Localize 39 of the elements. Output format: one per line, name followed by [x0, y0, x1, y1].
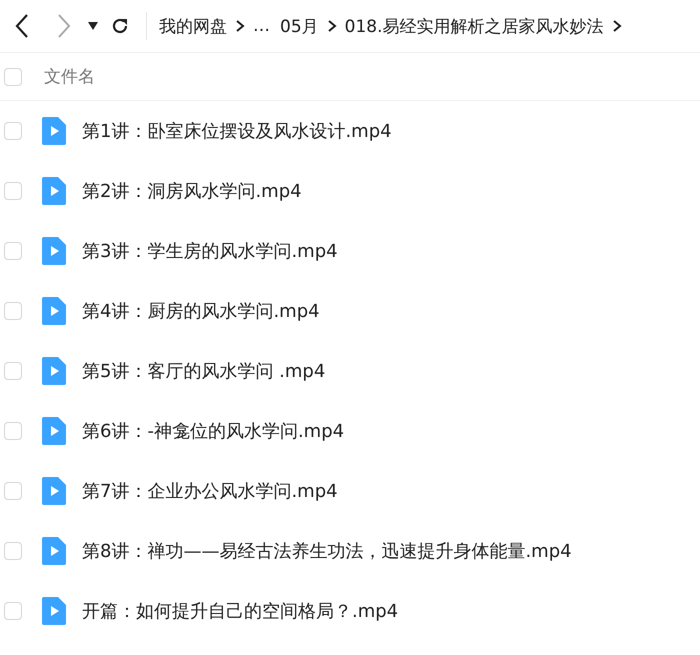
chevron-right-icon — [326, 19, 337, 33]
row-checkbox[interactable] — [4, 362, 22, 380]
file-name[interactable]: 第3讲：学生房的风水学问.mp4 — [82, 239, 338, 263]
row-checkbox[interactable] — [4, 182, 22, 200]
video-file-icon — [42, 477, 66, 505]
video-file-icon — [42, 537, 66, 565]
video-file-icon — [42, 417, 66, 445]
select-all-checkbox[interactable] — [4, 68, 22, 86]
row-checkbox[interactable] — [4, 242, 22, 260]
video-file-icon — [42, 597, 66, 625]
chevron-right-icon — [612, 19, 622, 33]
file-name[interactable]: 开篇：如何提升自己的空间格局？.mp4 — [82, 599, 398, 623]
file-name[interactable]: 第8讲：禅功——易经古法养生功法，迅速提升身体能量.mp4 — [82, 539, 572, 563]
file-name[interactable]: 第7讲：企业办公风水学问.mp4 — [82, 479, 338, 503]
breadcrumb-link[interactable]: 018.易经实用解析之居家风水妙法 — [344, 14, 604, 38]
refresh-button[interactable] — [110, 16, 130, 36]
breadcrumb-link[interactable]: … — [253, 16, 270, 36]
video-file-icon — [42, 237, 66, 265]
chevron-right-icon — [235, 19, 245, 33]
row-checkbox[interactable] — [4, 422, 22, 440]
row-checkbox[interactable] — [4, 122, 22, 140]
file-name[interactable]: 第4讲：厨房的风水学问.mp4 — [82, 299, 320, 323]
file-name[interactable]: 第2讲：洞房风水学问.mp4 — [82, 179, 302, 203]
video-file-icon — [42, 117, 66, 145]
row-checkbox[interactable] — [4, 602, 22, 620]
dropdown-button[interactable] — [88, 22, 98, 30]
row-checkbox[interactable] — [4, 542, 22, 560]
file-name[interactable]: 第1讲：卧室床位摆设及风水设计.mp4 — [82, 119, 392, 143]
file-name[interactable]: 第5讲：客厅的风水学问 .mp4 — [82, 359, 326, 383]
breadcrumb-link[interactable]: 我的网盘 — [159, 14, 227, 38]
video-file-icon — [42, 297, 66, 325]
column-header: 文件名 — [44, 66, 95, 88]
row-checkbox[interactable] — [4, 302, 22, 320]
video-file-icon — [42, 357, 66, 385]
row-checkbox[interactable] — [4, 482, 22, 500]
breadcrumb-link[interactable]: 05月 — [280, 14, 319, 38]
video-file-icon — [42, 177, 66, 205]
file-name[interactable]: 第6讲：-神龛位的风水学问.mp4 — [82, 419, 344, 443]
back-button[interactable] — [14, 13, 30, 39]
